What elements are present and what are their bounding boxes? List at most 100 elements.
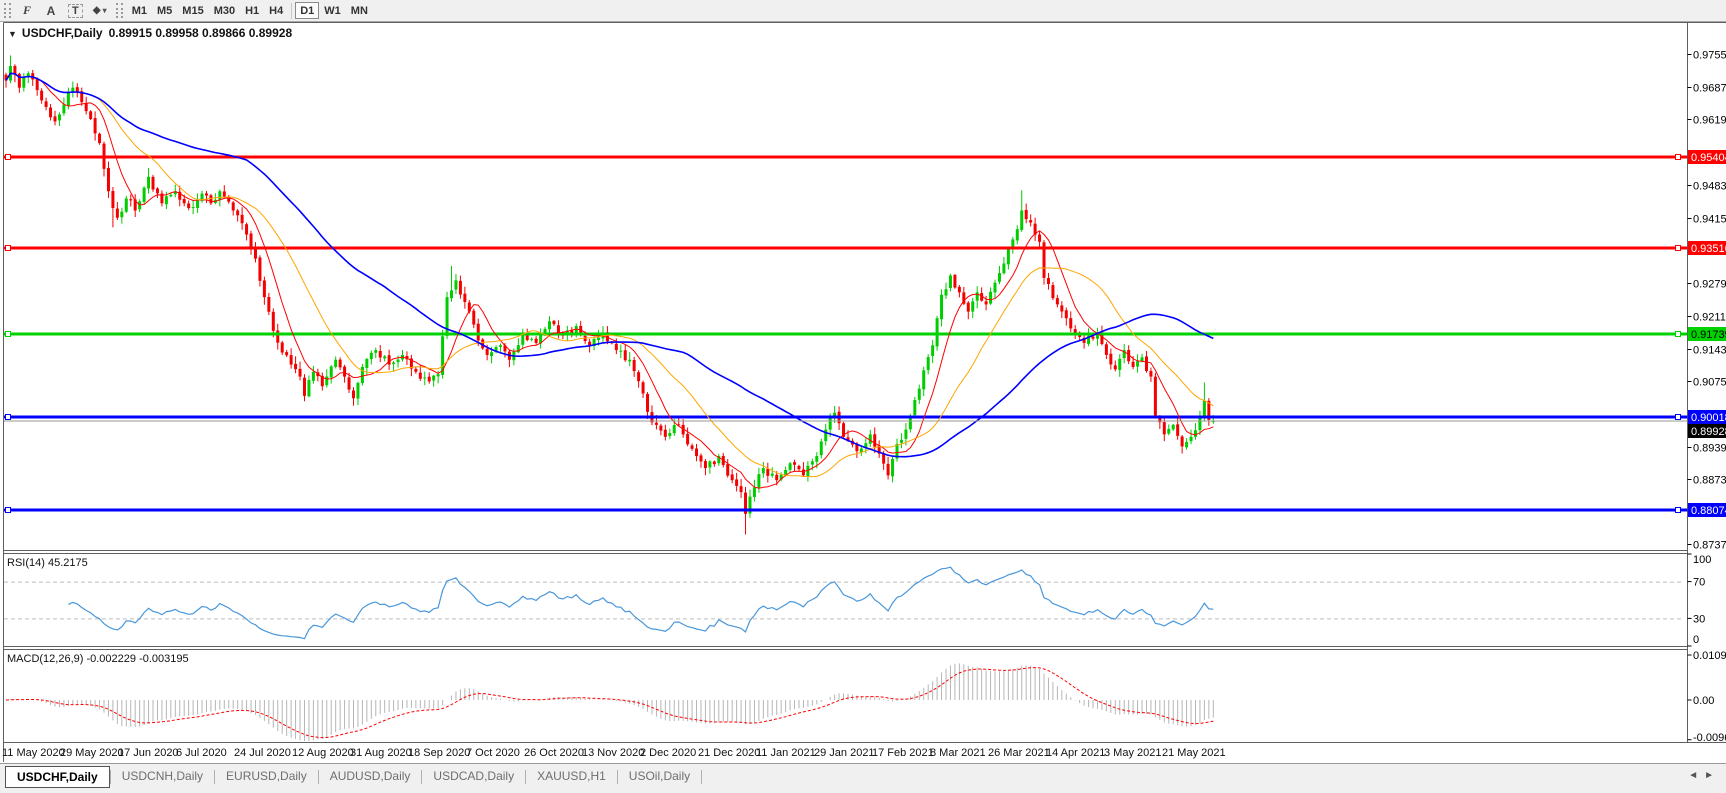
line-handle[interactable] <box>1676 415 1681 420</box>
svg-text:30: 30 <box>1693 613 1705 625</box>
svg-text:0.93516: 0.93516 <box>1691 243 1726 255</box>
timeframe-mn[interactable]: MN <box>346 2 373 19</box>
ma-fast <box>6 73 1213 488</box>
text-label-icon: T <box>68 4 83 18</box>
price-axis-labels: 0.89928 0.95404 0.93516 0.91739 0.90018 0.880… <box>1688 150 1726 517</box>
date-label: 2 Dec 2020 <box>640 747 696 759</box>
date-label: 26 Oct 2020 <box>524 747 584 759</box>
svg-text:0.92110: 0.92110 <box>1693 312 1726 324</box>
svg-text:0.87370: 0.87370 <box>1693 540 1726 552</box>
line-handle[interactable] <box>6 508 11 513</box>
fibonacci-tool-button[interactable]: F <box>15 2 39 19</box>
svg-text:0: 0 <box>1693 634 1699 646</box>
panel-frames <box>4 23 1726 763</box>
date-label: 17 Feb 2021 <box>872 747 934 759</box>
line-handle[interactable] <box>1676 508 1681 513</box>
rsi-panel: 100 70 30 0 <box>4 554 1711 646</box>
svg-text:0.00: 0.00 <box>1693 695 1714 707</box>
arrows-icon: ◆ <box>93 5 101 16</box>
time-axis[interactable]: 11 May 202029 May 202017 Jun 20206 Jul 2… <box>0 744 1726 763</box>
line-handle[interactable] <box>1676 332 1681 337</box>
macd-indicator-label: MACD(12,26,9) -0.002229 -0.003195 <box>7 653 189 665</box>
tab-usoil-daily[interactable]: USOil,Daily <box>618 766 701 786</box>
timeframe-h1[interactable]: H1 <box>240 2 264 19</box>
level-lines <box>4 155 1688 513</box>
tab-scroll-left-icon[interactable]: ◄ <box>1688 770 1704 781</box>
line-handle[interactable] <box>6 332 11 337</box>
ma-mid <box>6 73 1213 477</box>
date-label: 21 Dec 2020 <box>698 747 760 759</box>
date-label: 8 Mar 2021 <box>930 747 986 759</box>
date-label: 21 May 2021 <box>1162 747 1226 759</box>
tab-usdcnh-daily[interactable]: USDCNH,Daily <box>111 766 214 786</box>
timeframe-d1[interactable]: D1 <box>295 2 319 19</box>
arrows-tool-button[interactable]: ◆ ▾ <box>88 2 112 19</box>
fibonacci-icon: F <box>23 3 31 18</box>
svg-text:0.88074: 0.88074 <box>1691 505 1726 517</box>
price-label-0.90018: 0.90018 <box>1688 410 1726 424</box>
timeframe-m30[interactable]: M30 <box>209 2 240 19</box>
chart-title: ▼ USDCHF,Daily 0.89915 0.89958 0.89866 0.8… <box>8 26 292 40</box>
date-label: 29 May 2020 <box>60 747 124 759</box>
tab-eurusd-daily[interactable]: EURUSD,Daily <box>215 766 318 786</box>
svg-text:0.010933: 0.010933 <box>1693 650 1726 662</box>
svg-text:0.94150: 0.94150 <box>1693 214 1726 226</box>
price-label-0.88074: 0.88074 <box>1688 503 1726 517</box>
mt4-window: F A T ◆ ▾ M1M5M15M30H1H4D1W1MN 0.975500.… <box>0 0 1726 793</box>
text-tool-button[interactable]: A <box>39 2 63 19</box>
macd-signal-line <box>6 668 1213 738</box>
tab-usdcad-daily[interactable]: USDCAD,Daily <box>422 766 525 786</box>
price-label-0.93516: 0.93516 <box>1688 241 1726 255</box>
date-label: 11 May 2020 <box>2 747 65 759</box>
line-handle[interactable] <box>6 246 11 251</box>
line-handle[interactable] <box>1676 246 1681 251</box>
timeframe-m15[interactable]: M15 <box>177 2 208 19</box>
symbol-period-label: USDCHF,Daily <box>22 26 103 40</box>
date-label: 14 Apr 2021 <box>1046 747 1105 759</box>
tab-audusd-daily[interactable]: AUDUSD,Daily <box>319 766 422 786</box>
date-label: 24 Jul 2020 <box>234 747 291 759</box>
moving-averages <box>6 73 1213 488</box>
line-handle[interactable] <box>1676 155 1681 160</box>
tab-usdchf-daily[interactable]: USDCHF,Daily <box>5 766 110 788</box>
text-icon: A <box>47 4 56 18</box>
line-handle[interactable] <box>6 415 11 420</box>
ohlc-values: 0.89915 0.89958 0.89866 0.89928 <box>109 26 293 40</box>
rsi-line <box>68 567 1213 639</box>
toolbar: F A T ◆ ▾ M1M5M15M30H1H4 D1W1MN <box>0 0 1726 22</box>
line-handle[interactable] <box>6 155 11 160</box>
tab-scroll-right-icon[interactable]: ► <box>1704 770 1720 781</box>
timeframe-m5[interactable]: M5 <box>152 2 177 19</box>
svg-text:0.91739: 0.91739 <box>1691 329 1726 341</box>
date-label: 13 Nov 2020 <box>582 747 644 759</box>
toolbar-grip-2[interactable] <box>116 3 123 18</box>
tab-xauusd-h1[interactable]: XAUUSD,H1 <box>526 766 617 786</box>
timeframe-group: M1M5M15M30H1H4 D1W1MN <box>127 2 373 19</box>
svg-text:0.95404: 0.95404 <box>1691 152 1726 164</box>
chart-tab-bar: USDCHF,DailyUSDCNH,DailyEURUSD,DailyAUDU… <box>0 763 1726 793</box>
chart-tabs: USDCHF,DailyUSDCNH,DailyEURUSD,DailyAUDU… <box>5 766 702 788</box>
date-label: 7 Oct 2020 <box>466 747 520 759</box>
svg-text:0.96190: 0.96190 <box>1693 115 1726 127</box>
price-label-0.95404: 0.95404 <box>1688 150 1726 164</box>
tab-scroll-arrows: ◄► <box>1688 770 1720 781</box>
svg-text:0.94830: 0.94830 <box>1693 181 1726 193</box>
timeframe-w1[interactable]: W1 <box>319 2 346 19</box>
svg-text:0.97550: 0.97550 <box>1693 50 1726 62</box>
svg-text:0.90750: 0.90750 <box>1693 377 1726 389</box>
date-label: 12 Aug 2020 <box>292 747 354 759</box>
svg-text:70: 70 <box>1693 577 1705 589</box>
chart-dropdown-icon[interactable]: ▼ <box>8 29 17 39</box>
toolbar-grip[interactable] <box>4 3 11 18</box>
date-label: 3 May 2021 <box>1104 747 1161 759</box>
chart-canvas[interactable]: 0.975500.968700.961900.948300.941500.927… <box>0 0 1726 793</box>
text-label-tool-button[interactable]: T <box>63 2 88 19</box>
price-axis-ticks: 0.975500.968700.961900.948300.941500.927… <box>1688 50 1726 552</box>
rsi-indicator-label: RSI(14) 45.2175 <box>7 557 88 569</box>
timeframe-h4[interactable]: H4 <box>264 2 288 19</box>
timeframe-m1[interactable]: M1 <box>127 2 152 19</box>
svg-text:0.89928: 0.89928 <box>1691 426 1726 438</box>
svg-text:0.92790: 0.92790 <box>1693 279 1726 291</box>
svg-text:100: 100 <box>1693 554 1711 566</box>
chevron-down-icon: ▾ <box>103 6 107 15</box>
